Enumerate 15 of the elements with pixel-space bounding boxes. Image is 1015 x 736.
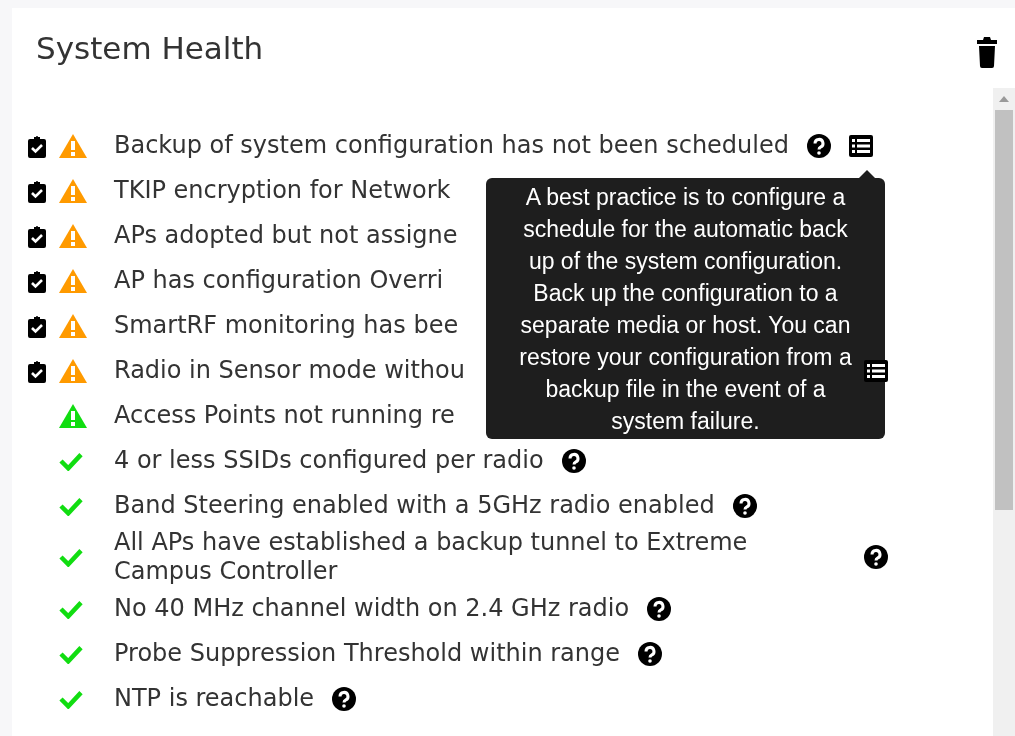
health-check-text: SmartRF monitoring has bee: [114, 311, 459, 340]
panel-title: System Health: [36, 30, 264, 66]
health-check-text: Backup of system configuration has not been scheduled: [114, 131, 789, 160]
health-check-text: Access Points not running re: [114, 401, 455, 430]
health-check-text: Radio in Sensor mode withou: [114, 356, 465, 385]
health-check-text: APs adopted but not assigne: [114, 221, 458, 250]
health-check-text: No 40 MHz channel width on 2.4 GHz radio: [114, 594, 630, 623]
health-check-text: Probe Suppression Threshold within range: [114, 639, 621, 668]
health-check-text: TKIP encryption for Network: [114, 176, 451, 205]
health-check-text: NTP is reachable: [114, 684, 315, 713]
health-check-text: 4 or less SSIDs configured per radio: [114, 446, 544, 475]
health-check-text: Band Steering enabled with a 5GHz radio enabled: [114, 491, 715, 520]
tooltip-text: A best practice is to configure a schedule for the automatic back up of the system configuration. Back up the configuration to a separate media or host. You can restore your configuration from a backup file in the event of a system failure.: [519, 184, 852, 434]
health-check-text: AP has configuration Overri: [114, 266, 444, 295]
health-check-text: All APs have established a backup tunnel to Extreme Campus Controller: [114, 528, 749, 586]
